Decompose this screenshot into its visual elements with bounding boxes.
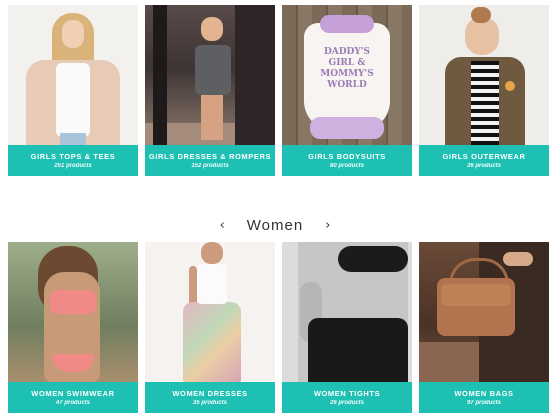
product-count: 80 products — [329, 162, 364, 169]
product-count: 36 products — [466, 162, 501, 169]
product-count: 35 products — [192, 399, 227, 406]
category-card-women-dresses[interactable]: WOMEN DRESSES 35 products — [145, 242, 275, 413]
category-image[interactable] — [8, 5, 138, 145]
category-page: GIRLS TOPS & TEES 251 products GIRLS DRE… — [0, 0, 550, 413]
category-image[interactable]: DADDY'S GIRL & MOMMY'S WORLD — [282, 5, 412, 145]
category-card-women-bags[interactable]: WOMEN BAGS 97 products — [419, 242, 549, 413]
collection-section-nav: ‹ Women › — [0, 214, 550, 236]
category-card-girls-dresses-rompers[interactable]: GIRLS DRESSES & ROMPERS 152 products — [145, 5, 275, 176]
product-count: 26 products — [329, 399, 364, 406]
product-count: 47 products — [55, 399, 90, 406]
women-category-grid: WOMEN SWIMWEAR 47 products WOMEN DRESSES… — [8, 242, 549, 413]
product-count: 97 products — [466, 399, 501, 406]
category-image[interactable] — [145, 242, 275, 382]
category-image[interactable] — [282, 242, 412, 382]
category-label[interactable]: GIRLS DRESSES & ROMPERS 152 products — [145, 145, 275, 176]
category-card-girls-outerwear[interactable]: GIRLS OUTERWEAR 36 products — [419, 5, 549, 176]
category-name: WOMEN TIGHTS — [313, 388, 381, 398]
category-image[interactable] — [419, 5, 549, 145]
category-label[interactable]: GIRLS OUTERWEAR 36 products — [419, 145, 549, 176]
girls-category-grid: GIRLS TOPS & TEES 251 products GIRLS DRE… — [8, 5, 549, 176]
category-card-women-swimwear[interactable]: WOMEN SWIMWEAR 47 products — [8, 242, 138, 413]
bodysuit-print-text: DADDY'S GIRL & MOMMY'S WORLD — [320, 47, 374, 90]
section-title: Women — [246, 216, 304, 234]
category-name: WOMEN DRESSES — [172, 388, 248, 398]
category-card-girls-bodysuits[interactable]: DADDY'S GIRL & MOMMY'S WORLD GIRLS BODYS… — [282, 5, 412, 176]
product-count: 152 products — [191, 162, 229, 169]
product-count: 251 products — [54, 162, 92, 169]
category-label[interactable]: WOMEN SWIMWEAR 47 products — [8, 382, 138, 413]
chevron-right-icon[interactable]: › — [321, 218, 334, 233]
category-image[interactable] — [8, 242, 138, 382]
category-name: GIRLS DRESSES & ROMPERS — [148, 151, 272, 161]
category-label[interactable]: GIRLS BODYSUITS 80 products — [282, 145, 412, 176]
chevron-left-icon[interactable]: ‹ — [216, 218, 229, 233]
category-card-women-tights[interactable]: WOMEN TIGHTS 26 products — [282, 242, 412, 413]
category-label[interactable]: GIRLS TOPS & TEES 251 products — [8, 145, 138, 176]
category-name: WOMEN SWIMWEAR — [31, 388, 115, 398]
category-label[interactable]: WOMEN DRESSES 35 products — [145, 382, 275, 413]
category-label[interactable]: WOMEN TIGHTS 26 products — [282, 382, 412, 413]
category-image[interactable] — [419, 242, 549, 382]
category-image[interactable] — [145, 5, 275, 145]
category-name: GIRLS TOPS & TEES — [30, 151, 116, 161]
category-name: GIRLS OUTERWEAR — [442, 151, 526, 161]
category-name: WOMEN BAGS — [454, 388, 514, 398]
category-name: GIRLS BODYSUITS — [308, 151, 386, 161]
category-label[interactable]: WOMEN BAGS 97 products — [419, 382, 549, 413]
category-card-girls-tops-tees[interactable]: GIRLS TOPS & TEES 251 products — [8, 5, 138, 176]
